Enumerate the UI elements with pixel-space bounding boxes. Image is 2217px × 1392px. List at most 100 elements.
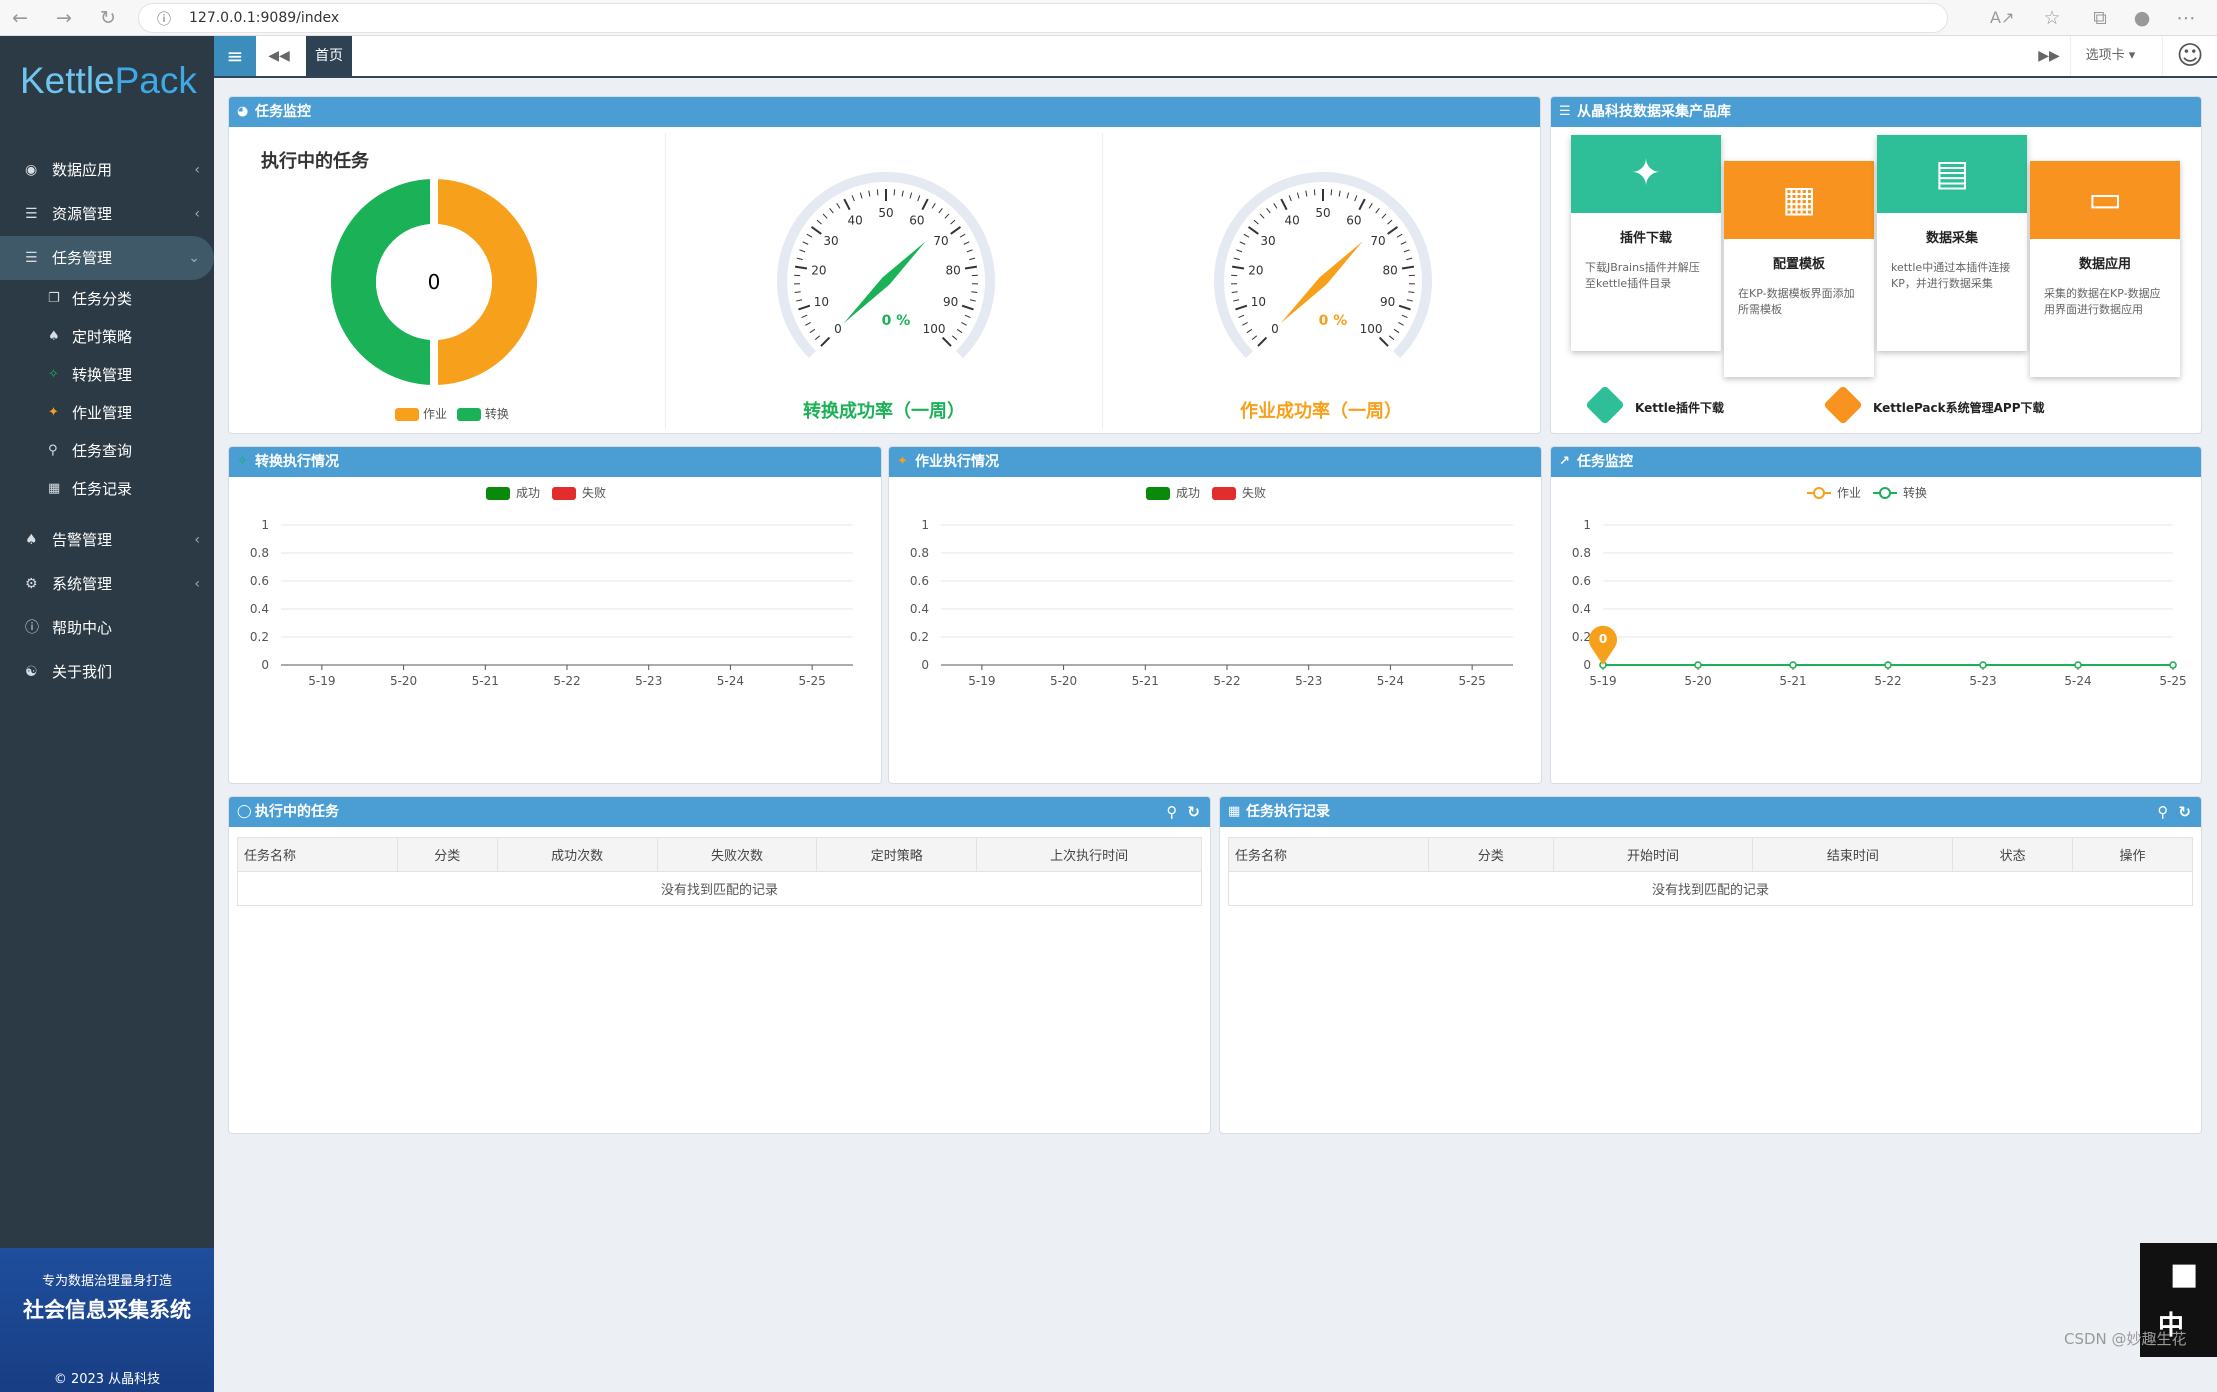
table-row: 没有找到匹配的记录 <box>238 872 1202 906</box>
gauge-tick <box>817 220 822 224</box>
chart-icon: ▭ <box>2030 161 2180 239</box>
gauge-tick <box>1258 338 1266 346</box>
pie-icon: ◕ <box>237 97 248 127</box>
panel-header: ✦作业执行情况 <box>889 447 1541 477</box>
gauge-tick <box>951 227 961 234</box>
y-tick-label: 0.6 <box>910 574 929 588</box>
gauge-tick <box>1397 234 1402 237</box>
tab-scroll-right-button[interactable]: ▶▶ <box>2034 36 2064 76</box>
gauge-tick <box>830 208 834 213</box>
y-tick-label: 0.8 <box>250 546 269 560</box>
column-header: 定时策略 <box>817 838 977 872</box>
gauge-tick <box>1289 195 1291 201</box>
list-icon: ☰ <box>25 236 38 280</box>
shirt-icon: ■ <box>2170 1257 2198 1292</box>
gauge-tick <box>1388 220 1393 224</box>
gauge-tick <box>802 315 808 317</box>
product-card-collect[interactable]: ▤ 数据采集 kettle中通过本插件连接KP，并进行数据采集 <box>1877 135 2027 351</box>
read-aloud-icon[interactable]: A↗ <box>1990 6 2014 30</box>
gauge-tick <box>1404 250 1410 252</box>
tab-options-dropdown[interactable]: 选项卡 ▾ <box>2070 36 2150 76</box>
gauge-tick-label: 10 <box>1251 295 1266 309</box>
column-header: 操作 <box>2073 838 2193 872</box>
sidebar-item-about[interactable]: ☯ 关于我们 <box>0 650 214 694</box>
back-icon[interactable]: ← <box>8 6 32 30</box>
sidebar: KettlePack ◉ 数据应用 ‹ ☰ 资源管理 ‹ ☰ 任务管理 ⌄ ❐ … <box>0 36 214 1357</box>
sidebar-subitem-schedule[interactable]: ♠ 定时策略 <box>0 318 214 356</box>
favorite-icon[interactable]: ☆ <box>2040 6 2064 30</box>
gauge-tick <box>1274 203 1277 208</box>
tab-scroll-left-button[interactable]: ◀◀ <box>264 36 294 76</box>
gauge-tick <box>951 220 956 224</box>
tab-home[interactable]: 首页 <box>306 36 352 76</box>
sidebar-subitem-task-query[interactable]: ⚲ 任务查询 <box>0 432 214 470</box>
series-point <box>2170 662 2176 668</box>
gauge-tick <box>795 267 807 269</box>
y-tick-label: 0.2 <box>250 630 269 644</box>
gauge2-label: 作业成功率（一周） <box>1116 397 1526 423</box>
forward-icon[interactable]: → <box>52 6 76 30</box>
gauge-tick <box>1389 336 1394 340</box>
gauge-tick <box>952 336 957 340</box>
task-records-table: 任务名称 分类 开始时间 结束时间 状态 操作 没有找到匹配的记录 <box>1228 837 2193 906</box>
sidebar-item-data-app[interactable]: ◉ 数据应用 ‹ <box>0 148 214 192</box>
gauge-tick <box>1339 191 1340 197</box>
gauge-tick <box>964 242 969 245</box>
gauge-tick-label: 100 <box>1360 322 1383 336</box>
gauge-tick <box>1244 234 1249 237</box>
legend-marker <box>1880 488 1890 498</box>
search-icon[interactable]: ⚲ <box>2157 803 2168 821</box>
product-card-plugin[interactable]: ✦ 插件下载 下载JBrains插件并解压至kettle插件目录 <box>1571 135 1721 351</box>
sidebar-subitem-task-records[interactable]: ▦ 任务记录 <box>0 470 214 508</box>
app-download-icon[interactable] <box>1823 385 1863 425</box>
x-tick-label: 5-25 <box>1459 674 1486 688</box>
gauge-tick <box>970 300 976 301</box>
sidebar-item-help[interactable]: ⓘ 帮助中心 <box>0 606 214 650</box>
reload-icon[interactable]: ↻ <box>96 6 120 30</box>
plugin-download-link[interactable]: Kettle插件下载 <box>1635 399 1724 416</box>
search-icon[interactable]: ⚲ <box>1166 803 1177 821</box>
menu-toggle-button[interactable]: ≡ <box>214 36 256 76</box>
address-bar[interactable]: ⓘ 127.0.0.1:9089/index <box>138 3 1948 33</box>
gauge-tick <box>939 208 943 213</box>
plugin-download-icon[interactable] <box>1585 385 1625 425</box>
profile-icon[interactable]: ● <box>2130 6 2154 30</box>
marker-label: 0 <box>1599 632 1607 646</box>
refresh-icon[interactable]: ↻ <box>2178 803 2191 821</box>
sidebar-item-tasks[interactable]: ☰ 任务管理 ⌄ <box>0 236 214 280</box>
running-tasks-table: 任务名称 分类 成功次数 失败次数 定时策略 上次执行时间 没有找到匹配的记录 <box>237 837 1202 906</box>
x-tick-label: 5-22 <box>553 674 580 688</box>
gauge-tick-label: 30 <box>823 234 838 248</box>
gauge-tick <box>1314 189 1315 195</box>
job-exec-chart: 成功失败00.20.40.60.815-195-205-215-225-235-… <box>889 477 1542 783</box>
gauge-tick <box>1306 191 1307 197</box>
gauge-tick-label: 80 <box>946 263 961 277</box>
legend-label: 转换 <box>1903 485 1927 500</box>
app-download-link[interactable]: KettlePack系统管理APP下载 <box>1873 399 2045 416</box>
gauge-tick-label: 50 <box>878 206 893 220</box>
sidebar-subitem-transform[interactable]: ✧ 转换管理 <box>0 356 214 394</box>
gauge-tick <box>1398 322 1403 325</box>
sidebar-item-resources[interactable]: ☰ 资源管理 ‹ <box>0 192 214 236</box>
sidebar-subitem-job[interactable]: ✦ 作业管理 <box>0 394 214 432</box>
product-card-app[interactable]: ▭ 数据应用 采集的数据在KP-数据应用界面进行数据应用 <box>2030 161 2180 377</box>
gauge-tick <box>945 214 949 218</box>
sidebar-item-system[interactable]: ⚙ 系统管理 ‹ <box>0 562 214 606</box>
search-icon: ⚲ <box>48 432 58 470</box>
refresh-icon[interactable]: ↻ <box>1187 803 1200 821</box>
sidebar-item-alerts[interactable]: ♠ 告警管理 ‹ <box>0 518 214 562</box>
info-icon[interactable]: ⓘ <box>157 9 171 29</box>
gauge-tick <box>837 203 840 208</box>
more-icon[interactable]: ⋯ <box>2174 6 2198 30</box>
line-chart-icon: ↗ <box>1559 447 1570 477</box>
user-avatar-icon[interactable]: ☺ <box>2162 36 2217 76</box>
gauge-tick <box>852 195 854 201</box>
panel-header: ☰从晶科技数据采集产品库 <box>1551 97 2201 127</box>
gauge-tick <box>1407 300 1413 301</box>
product-card-template[interactable]: ▦ 配置模板 在KP-数据模板界面添加所需模板 <box>1724 161 1874 377</box>
collections-icon[interactable]: ⧉ <box>2088 6 2112 30</box>
sidebar-subitem-task-category[interactable]: ❐ 任务分类 <box>0 280 214 318</box>
gauge-tick <box>823 214 827 218</box>
gauge-tick <box>810 329 815 332</box>
empty-message: 没有找到匹配的记录 <box>238 872 1202 906</box>
